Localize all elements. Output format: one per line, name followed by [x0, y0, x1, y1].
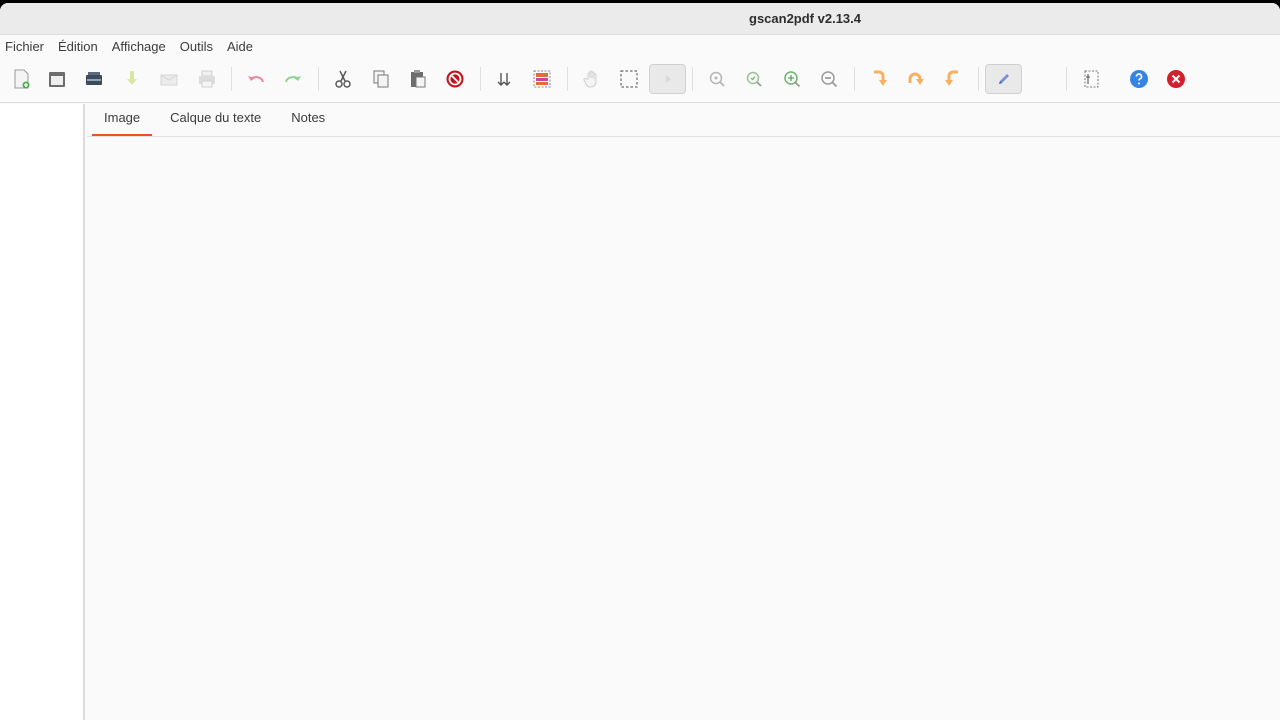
- new-document-icon: [14, 69, 30, 89]
- rotate-270-icon: [945, 70, 958, 86]
- email-button[interactable]: [154, 64, 184, 94]
- quit-icon: [1167, 70, 1185, 88]
- scan-button[interactable]: [79, 64, 109, 94]
- email-icon: [160, 74, 178, 86]
- cut-button[interactable]: [328, 64, 358, 94]
- quit-button[interactable]: [1161, 64, 1191, 94]
- menu-fichier[interactable]: Fichier: [5, 39, 44, 54]
- toolbar-separator: [567, 67, 568, 91]
- content-area: Image Calque du texte Notes: [0, 104, 1280, 720]
- window-title: gscan2pdf v2.13.4: [749, 11, 861, 26]
- save-button[interactable]: [117, 64, 147, 94]
- menu-edition[interactable]: Édition: [58, 39, 98, 54]
- delete-button[interactable]: [440, 64, 470, 94]
- toolbar-separator: [978, 67, 979, 91]
- image-canvas[interactable]: [87, 138, 1280, 720]
- crop-icon: [1084, 70, 1099, 88]
- edit-button[interactable]: [985, 64, 1022, 94]
- save-icon: [127, 71, 137, 85]
- renumber-button[interactable]: [489, 64, 519, 94]
- rotate-90-icon: [874, 70, 887, 86]
- toolbar-separator: [1066, 67, 1067, 91]
- select-all-icon: [533, 70, 551, 88]
- new-document-button[interactable]: [6, 64, 36, 94]
- undo-button[interactable]: [241, 64, 271, 94]
- zoom-100-button[interactable]: [702, 64, 732, 94]
- tab-bar: Image Calque du texte Notes: [87, 104, 1280, 137]
- tab-image[interactable]: Image: [92, 110, 153, 136]
- zoom-100-icon: [709, 71, 725, 87]
- toolbar-separator: [692, 67, 693, 91]
- toolbar-separator: [854, 67, 855, 91]
- delete-icon: [446, 70, 464, 88]
- zoom-in-icon: [784, 71, 801, 88]
- zoom-fit-icon: [746, 71, 762, 87]
- tab-calque-du-texte[interactable]: Calque du texte: [158, 110, 273, 136]
- play-toggle-button[interactable]: [649, 64, 686, 94]
- open-button[interactable]: [42, 64, 72, 94]
- cut-icon: [335, 70, 351, 88]
- help-icon: [1130, 70, 1148, 88]
- toolbar-separator: [318, 67, 319, 91]
- select-all-button[interactable]: [527, 64, 557, 94]
- rotate-90-button[interactable]: [864, 64, 894, 94]
- copy-button[interactable]: [366, 64, 396, 94]
- thumbnail-pane[interactable]: [0, 104, 85, 720]
- zoom-out-button[interactable]: [814, 64, 844, 94]
- scan-icon: [86, 72, 102, 85]
- undo-icon: [248, 76, 264, 83]
- paste-icon: [411, 70, 426, 88]
- pan-button[interactable]: [577, 64, 607, 94]
- paste-button[interactable]: [403, 64, 433, 94]
- rotate-180-icon: [908, 72, 924, 85]
- copy-icon: [373, 70, 389, 88]
- rotate-270-button[interactable]: [938, 64, 968, 94]
- select-rectangle-button[interactable]: [614, 64, 644, 94]
- toolbar: [0, 57, 1280, 103]
- redo-icon: [285, 76, 301, 83]
- tab-notes[interactable]: Notes: [279, 110, 337, 136]
- select-rectangle-icon: [620, 70, 638, 88]
- print-icon: [199, 70, 215, 88]
- crop-button[interactable]: [1076, 64, 1106, 94]
- redo-button[interactable]: [278, 64, 308, 94]
- main-pane: Image Calque du texte Notes: [87, 104, 1280, 720]
- zoom-out-icon: [821, 71, 838, 88]
- menu-bar: Fichier Édition Affichage Outils Aide: [0, 35, 1280, 57]
- title-bar[interactable]: gscan2pdf v2.13.4: [0, 3, 1280, 35]
- toolbar-separator: [480, 67, 481, 91]
- pan-icon: [583, 70, 597, 88]
- rotate-180-button[interactable]: [901, 64, 931, 94]
- zoom-fit-button[interactable]: [739, 64, 769, 94]
- edit-pen-icon: [998, 74, 1009, 84]
- toolbar-separator: [231, 67, 232, 91]
- menu-affichage[interactable]: Affichage: [112, 39, 166, 54]
- app-window: gscan2pdf v2.13.4 Fichier Édition Affich…: [0, 3, 1280, 720]
- print-button[interactable]: [192, 64, 222, 94]
- menu-aide[interactable]: Aide: [227, 39, 253, 54]
- zoom-in-button[interactable]: [777, 64, 807, 94]
- play-icon: [665, 75, 671, 83]
- renumber-icon: [497, 73, 511, 86]
- help-button[interactable]: [1124, 64, 1154, 94]
- open-icon: [49, 72, 65, 87]
- menu-outils[interactable]: Outils: [180, 39, 213, 54]
